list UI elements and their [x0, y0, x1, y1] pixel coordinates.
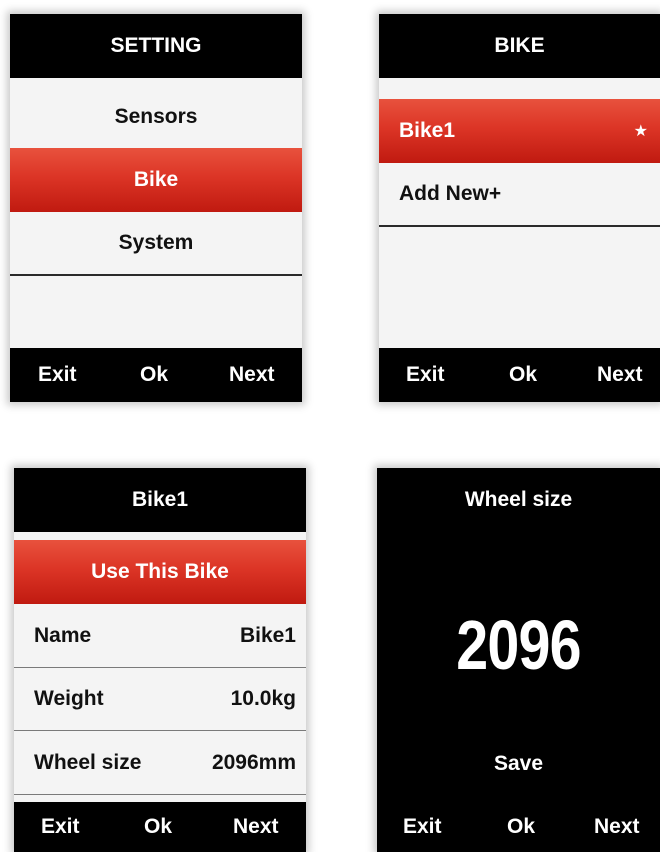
divider — [10, 274, 302, 276]
next-button[interactable]: Next — [597, 348, 643, 402]
save-button[interactable]: Save — [377, 744, 660, 784]
add-new-label: Add New+ — [399, 182, 502, 205]
add-new-bike-button[interactable]: Add New+ — [379, 163, 660, 225]
exit-button[interactable]: Exit — [38, 348, 77, 402]
screen-title: SETTING — [10, 14, 302, 78]
bike-item-bike1[interactable]: Bike1 ★ — [379, 99, 660, 163]
footer-bar: Exit Ok Next — [379, 348, 660, 402]
ok-button[interactable]: Ok — [509, 348, 537, 402]
field-value: Bike1 — [239, 623, 296, 647]
exit-button[interactable]: Exit — [41, 802, 80, 852]
menu-list: Sensors Bike System — [10, 78, 302, 348]
menu-item-bike[interactable]: Bike — [10, 148, 302, 212]
bike-list: Bike1 ★ Add New+ — [379, 78, 660, 348]
ok-button[interactable]: Ok — [507, 802, 535, 852]
wheel-size-value[interactable]: 2096 — [402, 600, 634, 690]
use-this-bike-button[interactable]: Use This Bike — [14, 540, 306, 604]
field-label: Name — [34, 623, 92, 647]
screen-title: Bike1 — [14, 468, 306, 532]
ok-button[interactable]: Ok — [140, 348, 168, 402]
menu-item-sensors[interactable]: Sensors — [10, 86, 302, 148]
bike-list-screen: BIKE Bike1 ★ Add New+ Exit Ok Next — [379, 14, 660, 402]
footer-bar: Exit Ok Next — [14, 802, 306, 852]
field-value: 10.0kg — [230, 687, 296, 710]
menu-item-system[interactable]: System — [10, 212, 302, 274]
divider — [14, 794, 306, 795]
setting-screen: SETTING Sensors Bike System Exit Ok Next — [10, 14, 302, 402]
divider — [379, 225, 660, 227]
next-button[interactable]: Next — [594, 802, 640, 852]
field-row-name[interactable]: Name Bike1 — [14, 604, 306, 667]
field-value: 2096mm — [211, 750, 296, 774]
footer-bar: Exit Ok Next — [377, 802, 660, 852]
field-row-wheel-size[interactable]: Wheel size 2096mm — [14, 731, 306, 794]
exit-button[interactable]: Exit — [403, 802, 442, 852]
bike-detail-list: Use This Bike Name Bike1 Weight 10.0kg W… — [14, 532, 306, 802]
next-button[interactable]: Next — [233, 802, 279, 852]
exit-button[interactable]: Exit — [406, 348, 445, 402]
field-label: Weight — [34, 687, 104, 710]
bike-item-label: Bike1 — [399, 119, 456, 142]
bike-detail-screen: Bike1 Use This Bike Name Bike1 Weight 10… — [14, 468, 306, 852]
footer-bar: Exit Ok Next — [10, 348, 302, 402]
field-label: Wheel size — [34, 750, 142, 774]
star-icon: ★ — [633, 123, 648, 140]
wheel-size-screen: Wheel size 2096 Save Exit Ok Next — [377, 468, 660, 852]
next-button[interactable]: Next — [229, 348, 275, 402]
screen-title: Wheel size — [377, 468, 660, 532]
screen-title: BIKE — [379, 14, 660, 78]
field-row-weight[interactable]: Weight 10.0kg — [14, 668, 306, 730]
ok-button[interactable]: Ok — [144, 802, 172, 852]
